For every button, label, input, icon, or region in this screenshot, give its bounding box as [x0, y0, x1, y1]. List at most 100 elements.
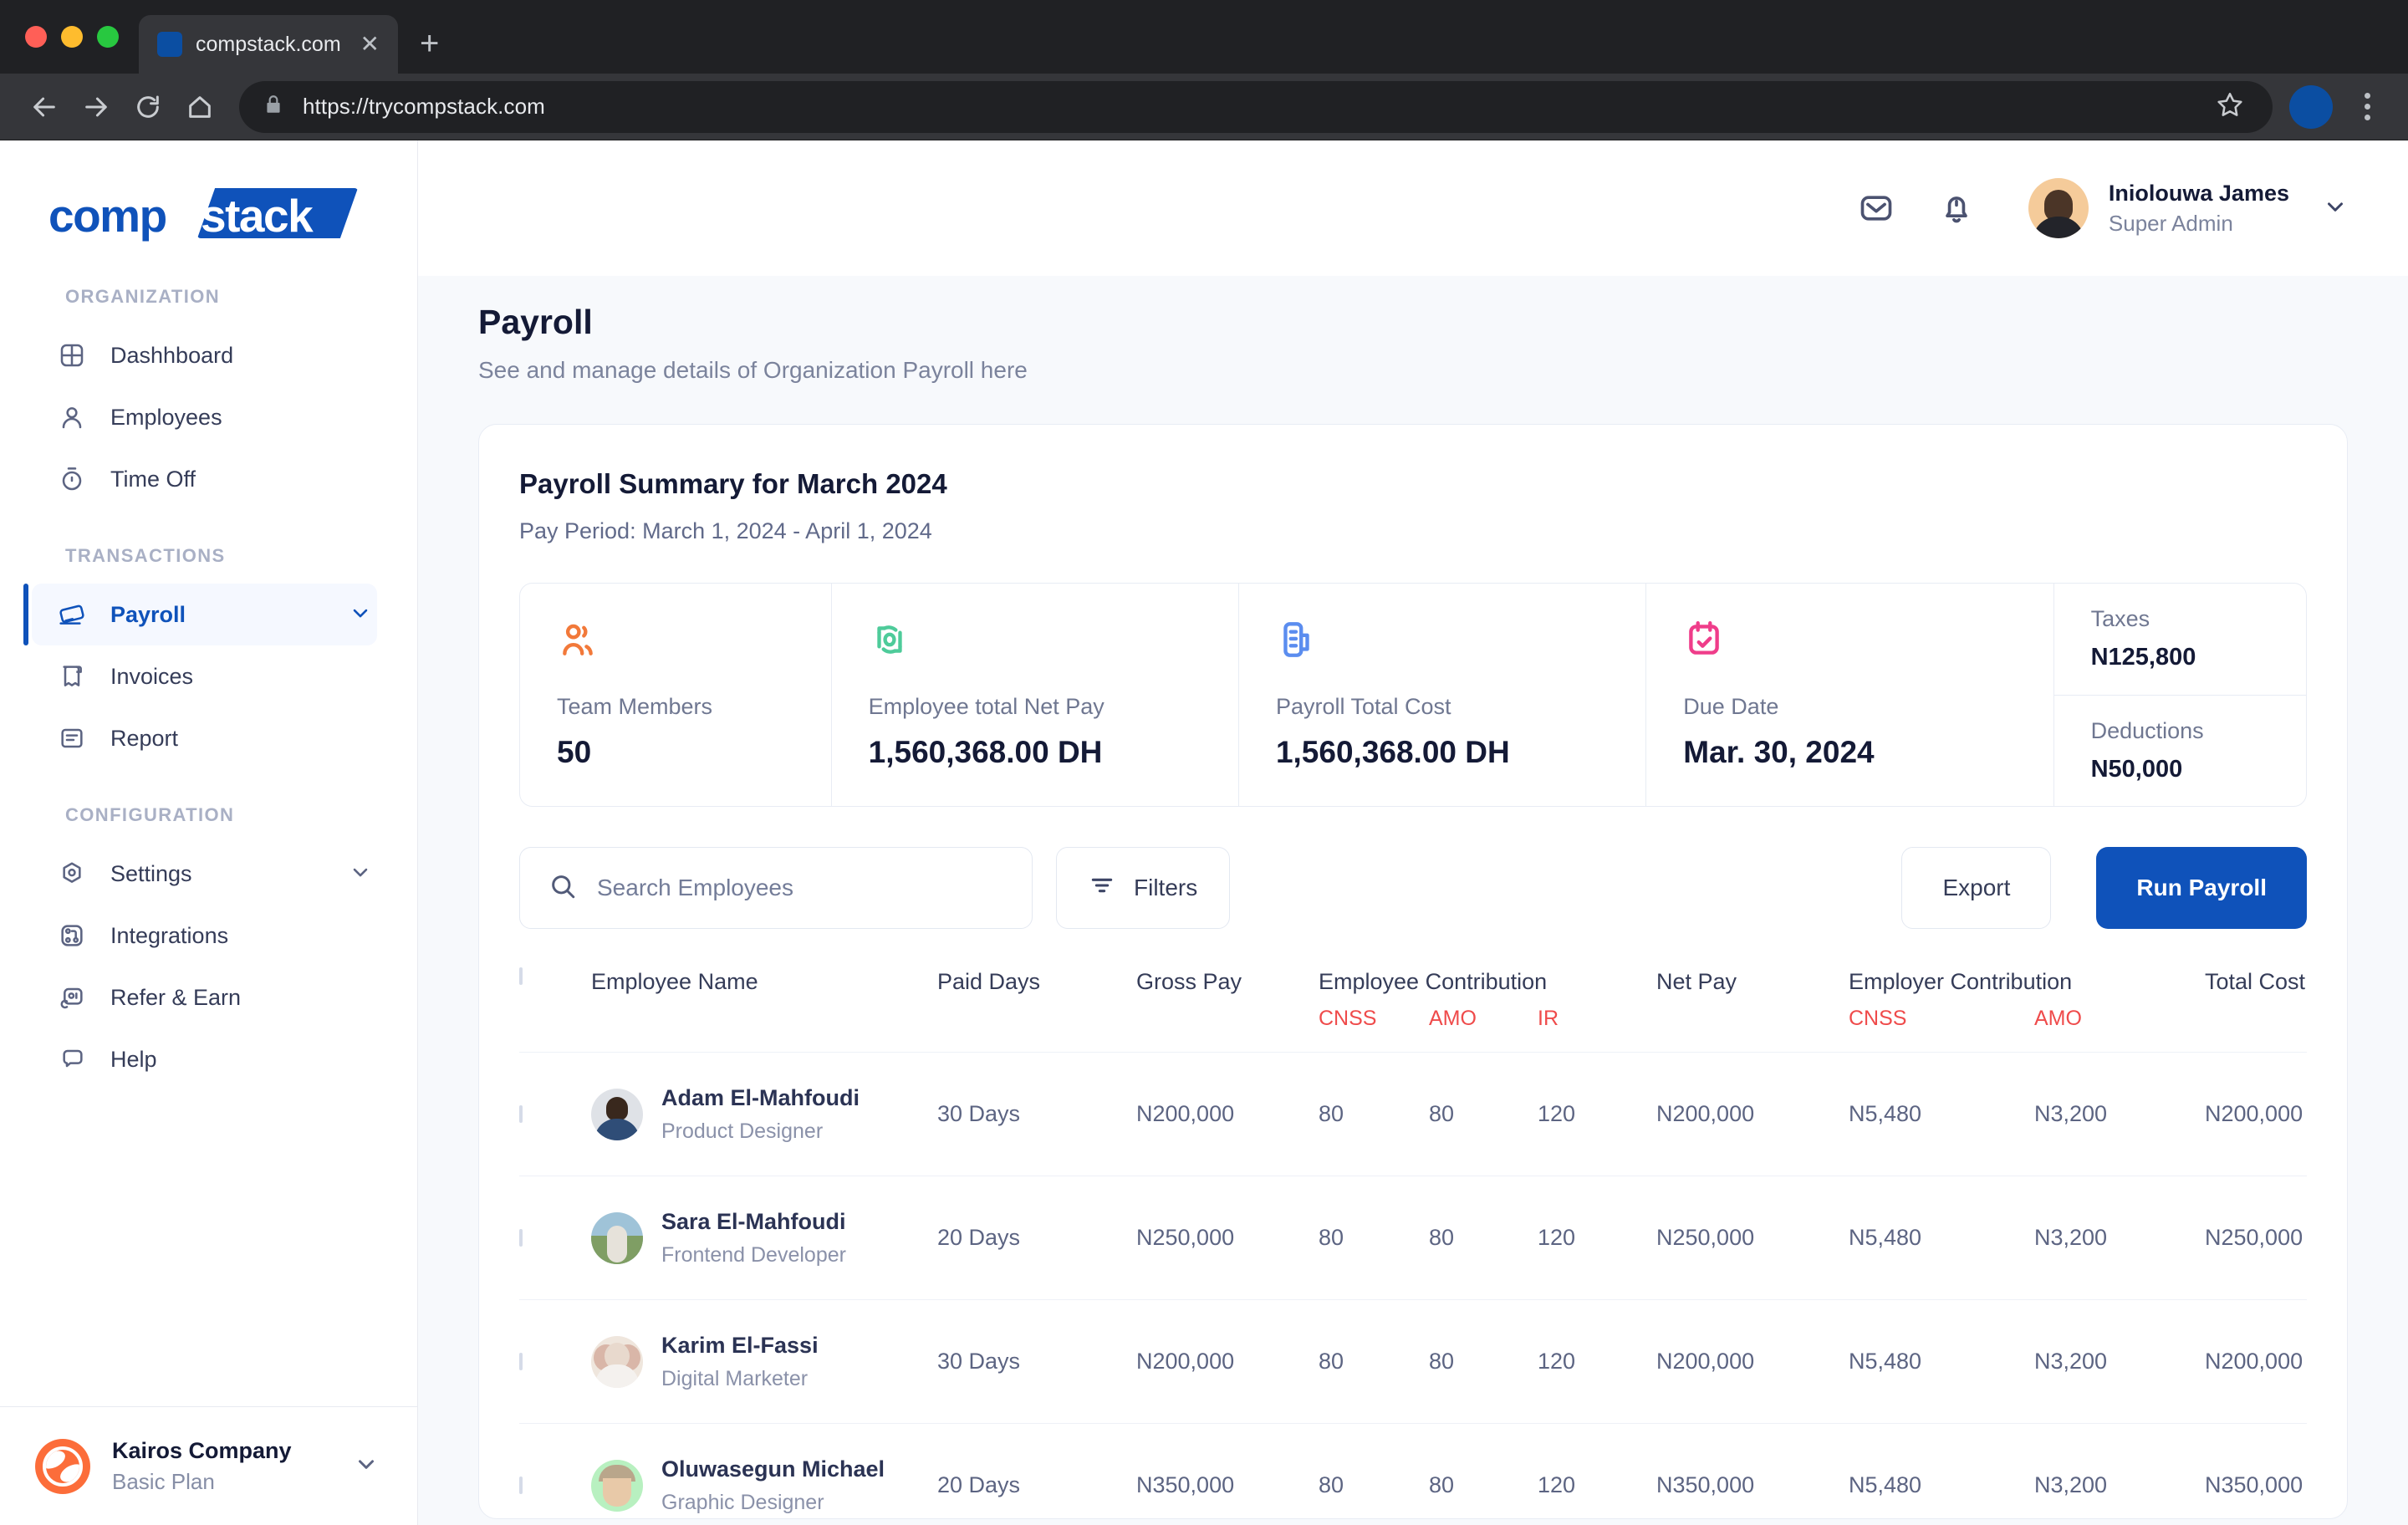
organization-avatar: [35, 1438, 90, 1494]
back-icon[interactable]: [18, 81, 70, 133]
payroll-table: Employee Name Paid Days Gross Pay Employ…: [519, 966, 2307, 1525]
cell-employee-cnss: 80: [1319, 1225, 1344, 1250]
row-checkbox[interactable]: [519, 1228, 523, 1247]
team-icon: [557, 619, 831, 666]
chevron-down-icon-org[interactable]: [354, 1451, 379, 1481]
sidebar-item-settings[interactable]: Settings: [32, 843, 377, 905]
employee-name: Sara El-Mahfoudi: [661, 1208, 846, 1234]
filter-icon: [1089, 872, 1115, 905]
minimize-window-button[interactable]: [61, 26, 83, 48]
sidebar-item-employees[interactable]: Employees: [32, 386, 377, 448]
bookmark-star-icon[interactable]: [2216, 90, 2249, 123]
header-employee-ir: IR: [1538, 1007, 1559, 1030]
row-select-cell: [519, 1352, 591, 1370]
row-checkbox[interactable]: [519, 1104, 523, 1123]
employee-role: Product Designer: [661, 1119, 824, 1143]
sidebar-item-invoices[interactable]: Invoices: [32, 645, 377, 707]
table-row[interactable]: Sara El-Mahfoudi Frontend Developer 20 Day…: [519, 1176, 2307, 1300]
stat-side-column: Taxes N125,800 Deductions N50,000: [2053, 584, 2306, 806]
header-net-pay[interactable]: Net Pay: [1656, 969, 1849, 995]
browser-profile-avatar[interactable]: [2289, 84, 2333, 129]
run-payroll-button[interactable]: Run Payroll: [2096, 847, 2307, 929]
sidebar-item-time-off[interactable]: Time Off: [32, 448, 377, 510]
table-toolbar: Filters Export Run Payroll: [519, 847, 2307, 929]
header-employee-amo: AMO: [1429, 1007, 1477, 1030]
table-row[interactable]: Oluwasegun Michael Graphic Designer 20 Day…: [519, 1424, 2307, 1525]
avatar: [2028, 178, 2089, 238]
header-employer-amo: AMO: [2034, 1007, 2082, 1030]
export-button[interactable]: Export: [1901, 847, 2052, 929]
reload-icon[interactable]: [122, 81, 174, 133]
cell-total-cost: N200,000: [2205, 1101, 2303, 1126]
stat-label: Taxes: [2090, 606, 2150, 632]
row-checkbox[interactable]: [519, 1352, 523, 1370]
address-bar[interactable]: https://trycompstack.com: [239, 80, 2273, 133]
sidebar-item-payroll[interactable]: Payroll: [23, 584, 377, 645]
chevron-down-icon-user[interactable]: [2323, 194, 2348, 223]
cell-gross-pay: N250,000: [1136, 1225, 1235, 1250]
close-tab-icon[interactable]: ✕: [360, 33, 380, 56]
sidebar-item-report[interactable]: Report: [32, 707, 377, 769]
header-employee-contribution: Employee Contribution: [1319, 969, 1548, 994]
employee-role: Graphic Designer: [661, 1490, 824, 1514]
report-icon: [55, 722, 89, 755]
header-total-cost[interactable]: Total Cost: [2205, 969, 2389, 995]
maximize-window-button[interactable]: [97, 26, 119, 48]
page-title: Payroll: [478, 303, 593, 341]
stat-due-date: Due Date Mar. 30, 2024: [1646, 584, 2054, 806]
select-all-checkbox[interactable]: [519, 967, 523, 985]
header-gross-pay[interactable]: Gross Pay: [1136, 969, 1319, 995]
stat-label: Deductions: [2090, 717, 2204, 743]
mail-icon[interactable]: [1853, 185, 1900, 232]
sidebar-item-refer-earn[interactable]: Refer & Earn: [32, 967, 377, 1028]
cell-employer-cnss: N5,480: [1849, 1349, 1922, 1374]
browser-toolbar: https://trycompstack.com: [0, 74, 2408, 140]
chevron-down-icon[interactable]: [349, 601, 372, 629]
table-row[interactable]: Karim El-Fassi Digital Marketer 30 Days N20…: [519, 1300, 2307, 1424]
sidebar-item-help[interactable]: Help: [32, 1028, 377, 1090]
bell-icon[interactable]: [1933, 185, 1980, 232]
search-input[interactable]: [597, 875, 1003, 901]
chevron-down-icon-settings[interactable]: [349, 860, 372, 888]
forward-icon[interactable]: [70, 81, 122, 133]
cell-employee-amo: 80: [1429, 1225, 1455, 1250]
search-employees-box[interactable]: [519, 847, 1033, 929]
page-subtitle: See and manage details of Organization P…: [478, 357, 1028, 383]
organization-switcher[interactable]: Kairos Company Basic Plan: [0, 1406, 417, 1525]
sidebar-item-dashboard[interactable]: Dashhboard: [32, 324, 377, 386]
app-root: comp stack ORGANIZATION Dashhboard Emplo…: [0, 140, 2408, 1525]
browser-tab[interactable]: compstack.com ✕: [139, 15, 398, 74]
cell-gross-pay: N350,000: [1136, 1472, 1235, 1497]
browser-menu-icon[interactable]: [2344, 93, 2390, 120]
logo-text-comp: comp: [48, 190, 167, 242]
summary-stats-strip: Team Members 50 Employee total Net Pay 1…: [519, 583, 2307, 807]
header-employee-contribution-group: Employee Contribution CNSS AMO IR: [1319, 969, 1656, 1031]
header-paid-days[interactable]: Paid Days: [937, 969, 1136, 995]
table-body: Adam El-Mahfoudi Product Designer 30 Days N…: [519, 1053, 2307, 1525]
employee-cell: Adam El-Mahfoudi Product Designer: [591, 1085, 937, 1144]
cell-employee-amo: 80: [1429, 1472, 1455, 1497]
favicon-icon: [157, 32, 182, 57]
header-employee-name[interactable]: Employee Name: [591, 969, 937, 995]
filters-button[interactable]: Filters: [1056, 847, 1231, 929]
cell-net-pay: N350,000: [1656, 1472, 1755, 1497]
cell-employee-ir: 120: [1538, 1472, 1576, 1497]
close-window-button[interactable]: [25, 26, 47, 48]
cell-employee-amo: 80: [1429, 1349, 1455, 1374]
table-row[interactable]: Adam El-Mahfoudi Product Designer 30 Days N…: [519, 1053, 2307, 1176]
cell-employee-cnss: 80: [1319, 1101, 1344, 1126]
stat-label: Employee total Net Pay: [868, 694, 1105, 719]
payroll-summary-card: Payroll Summary for March 2024 Pay Perio…: [478, 424, 2348, 1519]
user-menu[interactable]: Iniolouwa James Super Admin: [2028, 178, 2348, 238]
stat-value: 1,560,368.00 DH: [868, 735, 1103, 769]
home-icon[interactable]: [174, 81, 226, 133]
cell-employee-ir: 120: [1538, 1101, 1576, 1126]
cell-paid-days: 30 Days: [937, 1349, 1021, 1374]
user-icon: [55, 400, 89, 434]
new-tab-button[interactable]: +: [420, 27, 439, 60]
cell-employer-amo: N3,200: [2034, 1225, 2108, 1250]
row-checkbox[interactable]: [519, 1476, 523, 1494]
sidebar-item-integrations[interactable]: Integrations: [32, 905, 377, 967]
app-logo[interactable]: comp stack: [0, 140, 417, 274]
tab-title: compstack.com: [196, 32, 341, 56]
